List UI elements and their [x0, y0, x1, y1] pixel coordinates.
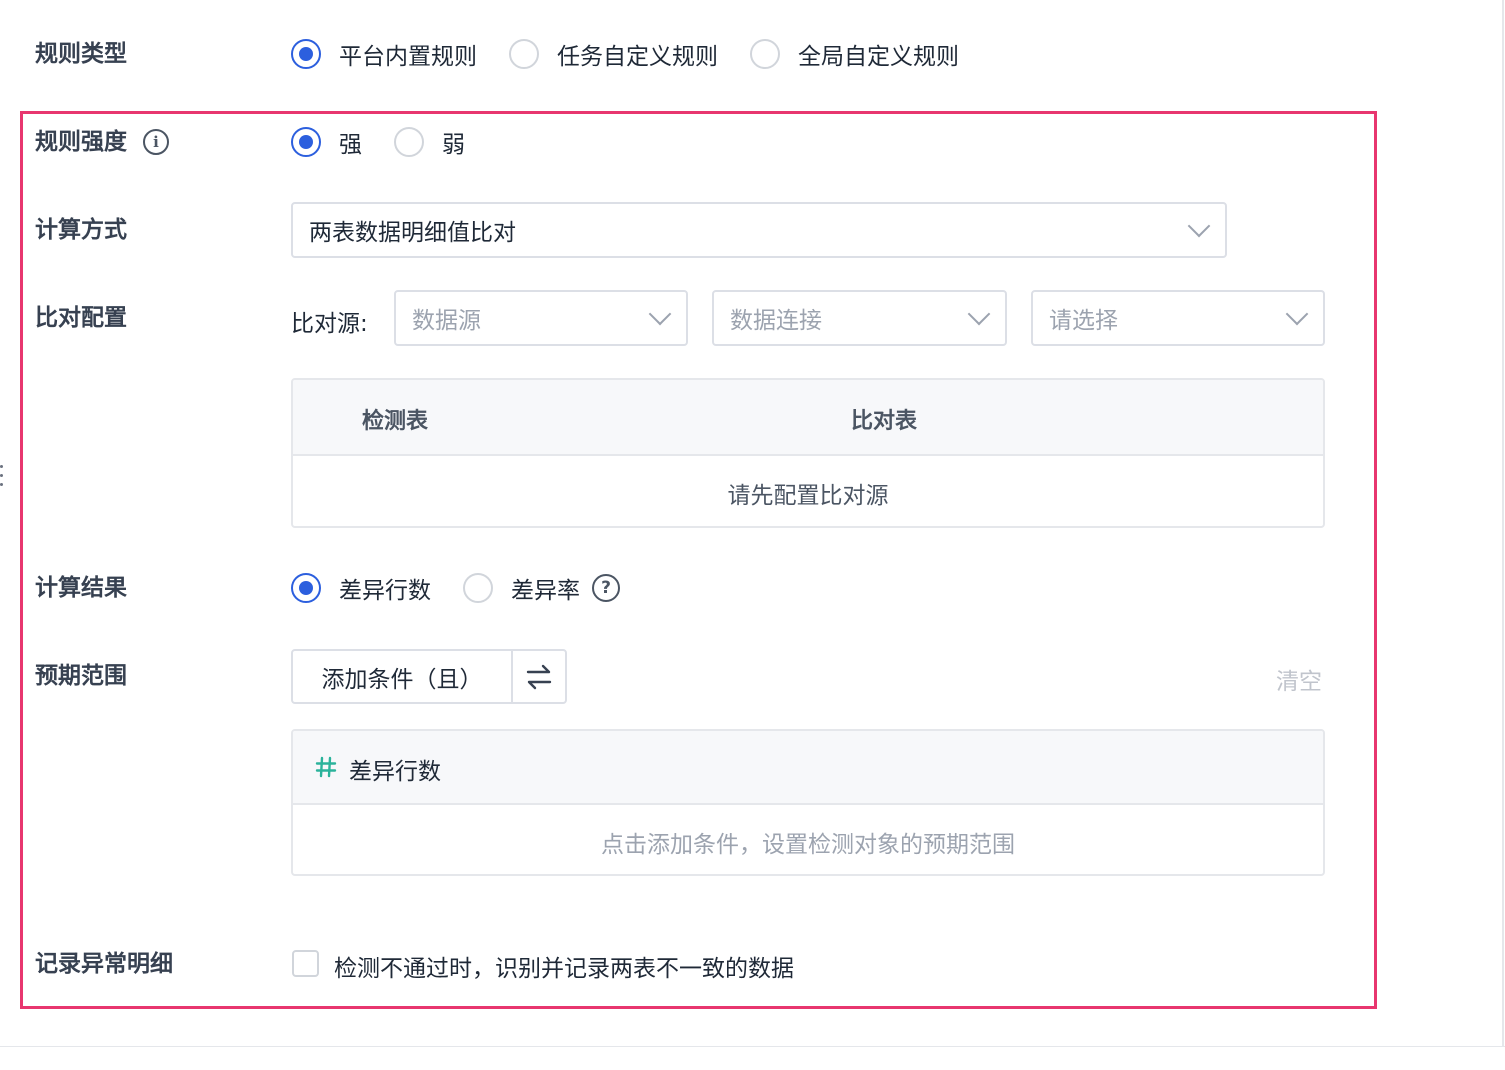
radio-circle[interactable]	[750, 39, 780, 69]
radio-weak[interactable]: 弱	[394, 125, 465, 159]
radio-platform-builtin[interactable]: 平台内置规则	[291, 37, 477, 71]
radio-diff-rows[interactable]: 差异行数	[291, 571, 431, 605]
radio-circle[interactable]	[463, 573, 493, 603]
compare-table-header: 检测表 比对表	[293, 380, 1323, 456]
calc-method-label: 计算方式	[35, 217, 127, 243]
compare-source-label: 比对源:	[291, 311, 368, 337]
select-placeholder: 数据源	[412, 308, 481, 334]
calc-method-value: 两表数据明细值比对	[309, 220, 516, 246]
column-header-compare-table: 比对表	[851, 409, 918, 434]
radio-label: 任务自定义规则	[557, 44, 718, 70]
calc-method-select[interactable]: 两表数据明细值比对	[291, 202, 1227, 258]
expected-range-panel: 差异行数 点击添加条件，设置检测对象的预期范围	[291, 729, 1325, 876]
chevron-down-icon	[967, 302, 991, 326]
radio-diff-rate[interactable]: 差异率	[463, 571, 580, 605]
radio-label: 平台内置规则	[339, 44, 477, 70]
radio-label: 差异行数	[339, 578, 431, 604]
add-condition-hint[interactable]: 点击添加条件，设置检测对象的预期范围	[293, 825, 1323, 859]
right-divider	[1502, 0, 1504, 1046]
chevron-down-icon	[1187, 214, 1211, 238]
radio-label: 全局自定义规则	[798, 44, 959, 70]
metric-header: 差异行数	[293, 731, 1323, 805]
rule-strength-label: 规则强度	[35, 129, 127, 155]
swap-condition-button[interactable]	[513, 651, 565, 702]
chevron-down-icon	[648, 302, 672, 326]
drag-handle[interactable]	[0, 465, 4, 492]
radio-circle-checked[interactable]	[291, 127, 321, 157]
expected-range-label: 预期范围	[35, 663, 127, 689]
compare-config-label: 比对配置	[35, 305, 127, 331]
compare-table: 检测表 比对表 请先配置比对源	[291, 378, 1325, 528]
add-condition-button[interactable]: 添加条件（且）	[293, 651, 513, 702]
column-header-check-table: 检测表	[362, 409, 429, 434]
radio-global-custom[interactable]: 全局自定义规则	[750, 37, 959, 71]
record-detail-checkbox[interactable]	[292, 950, 319, 977]
metric-name: 差异行数	[349, 759, 441, 785]
table-select[interactable]: 请选择	[1031, 290, 1325, 346]
chevron-down-icon	[1285, 302, 1309, 326]
data-connection-select[interactable]: 数据连接	[712, 290, 1007, 346]
add-condition-button-group: 添加条件（且）	[291, 649, 567, 704]
radio-task-custom[interactable]: 任务自定义规则	[509, 37, 718, 71]
radio-circle[interactable]	[394, 127, 424, 157]
data-source-select[interactable]: 数据源	[394, 290, 688, 346]
radio-strong[interactable]: 强	[291, 125, 362, 159]
help-icon[interactable]: ?	[592, 574, 620, 602]
calc-result-radio-group: 差异行数 差异率 ?	[291, 571, 620, 605]
select-placeholder: 数据连接	[730, 308, 822, 334]
radio-circle[interactable]	[509, 39, 539, 69]
rule-strength-label-row: 规则强度 i	[35, 128, 169, 156]
rule-config-page: 规则类型 平台内置规则 任务自定义规则 全局自定义规则 规则强度 i 强 弱 计…	[0, 0, 1505, 1070]
swap-icon	[526, 664, 552, 689]
clear-button[interactable]: 清空	[1276, 662, 1322, 696]
radio-circle-checked[interactable]	[291, 39, 321, 69]
select-placeholder: 请选择	[1049, 308, 1118, 334]
record-detail-checkbox-label[interactable]: 检测不通过时，识别并记录两表不一致的数据	[334, 949, 794, 983]
bottom-divider	[0, 1046, 1505, 1047]
radio-label: 弱	[442, 132, 465, 158]
rule-strength-radio-group: 强 弱	[291, 125, 497, 159]
info-icon[interactable]: i	[143, 129, 169, 155]
calc-result-label: 计算结果	[35, 575, 127, 601]
number-icon	[315, 756, 337, 778]
record-detail-label: 记录异常明细	[35, 951, 173, 977]
rule-type-label: 规则类型	[35, 41, 127, 67]
radio-circle-checked[interactable]	[291, 573, 321, 603]
radio-label: 差异率	[511, 578, 580, 604]
radio-label: 强	[339, 132, 362, 158]
rule-type-radio-group: 平台内置规则 任务自定义规则 全局自定义规则	[291, 37, 991, 71]
compare-table-empty: 请先配置比对源	[727, 483, 889, 509]
